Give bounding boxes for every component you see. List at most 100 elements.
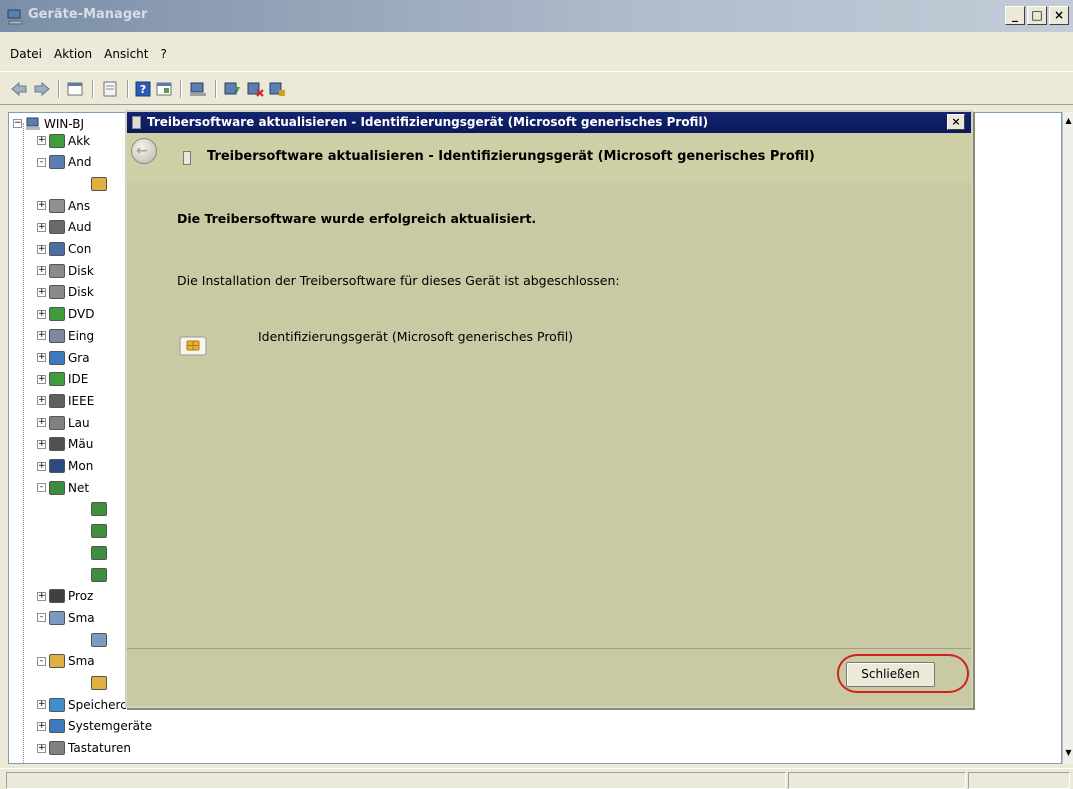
tree-item[interactable]: + Lau <box>37 414 90 431</box>
tree-item[interactable]: - And <box>37 154 91 171</box>
maximize-button[interactable]: □ <box>1027 6 1047 25</box>
scroll-down-icon[interactable]: ▼ <box>1064 748 1073 760</box>
help-icon[interactable]: ? <box>134 81 152 97</box>
expand-toggle[interactable]: + <box>37 396 46 406</box>
window-title: Geräte-Manager <box>28 7 148 22</box>
expand-toggle[interactable]: + <box>37 461 46 471</box>
tree-root[interactable]: − WIN-BJ <box>13 115 84 132</box>
tree-item[interactable]: + IDE <box>37 371 88 388</box>
menu-help[interactable]: ? <box>160 47 166 61</box>
update-driver-icon[interactable] <box>223 81 241 97</box>
expand-toggle[interactable]: + <box>37 353 46 362</box>
expand-toggle[interactable]: + <box>37 374 46 384</box>
device-category-icon <box>49 350 65 365</box>
tree-item[interactable] <box>91 566 110 583</box>
tree-item[interactable]: + Aud <box>37 219 91 236</box>
back-arrow-icon: ← <box>136 143 148 159</box>
tree-item[interactable] <box>91 631 110 648</box>
tree-item[interactable]: + Disk <box>37 284 94 301</box>
tree-item-label: IDE <box>68 372 89 387</box>
device-category-icon <box>49 372 65 387</box>
tree-item[interactable]: + DVD <box>37 306 94 323</box>
tree-item[interactable]: + Eing <box>37 327 94 344</box>
device-manager-window: Geräte-Manager _ □ × Datei Aktion Ansich… <box>0 0 1073 789</box>
expand-toggle[interactable]: + <box>37 244 46 254</box>
dialog-header: ← Treibersoftware aktualisieren - Identi… <box>127 133 971 183</box>
tree-item[interactable]: + Proz <box>37 588 93 605</box>
tree-item[interactable] <box>91 175 110 192</box>
tree-item[interactable]: + IEEE <box>37 392 94 409</box>
tree-item[interactable]: + Systemgeräte <box>37 718 152 735</box>
expand-toggle[interactable]: + <box>37 439 46 449</box>
collapse-toggle[interactable]: − <box>13 119 22 128</box>
device-category-icon <box>49 155 65 170</box>
expand-toggle[interactable]: + <box>37 309 46 319</box>
vertical-scrollbar[interactable]: ▲ ▼ <box>1062 112 1073 764</box>
menu-aktion[interactable]: Aktion <box>54 47 92 61</box>
tree-item[interactable]: - Sma <box>37 653 95 670</box>
tree-item[interactable]: + Tastaturen <box>37 740 131 757</box>
menu-datei[interactable]: Datei <box>10 47 42 61</box>
properties-view-icon[interactable] <box>66 81 84 97</box>
uninstall-device-icon[interactable] <box>268 81 286 97</box>
tree-item[interactable]: + Mon <box>37 458 93 475</box>
tree-item[interactable]: + Akk <box>37 132 90 149</box>
minimize-button[interactable]: _ <box>1005 6 1025 25</box>
expand-toggle[interactable]: + <box>37 331 46 341</box>
device-category-icon <box>49 437 65 452</box>
collapse-toggle[interactable]: - <box>37 656 46 666</box>
expand-toggle[interactable]: + <box>37 418 46 428</box>
forward-icon[interactable] <box>33 81 51 97</box>
expand-toggle[interactable]: + <box>37 743 46 753</box>
tree-item[interactable]: + Disk <box>37 262 94 279</box>
tree-item[interactable]: + Gra <box>37 349 90 366</box>
expand-toggle[interactable]: + <box>37 287 46 297</box>
dialog-footer: Schließen <box>127 650 971 706</box>
update-driver-dialog: Treibersoftware aktualisieren - Identifi… <box>125 110 973 708</box>
disable-device-icon[interactable] <box>246 81 264 97</box>
view-icon[interactable] <box>155 81 173 97</box>
tree-item[interactable] <box>91 544 110 561</box>
dialog-titlebar[interactable]: Treibersoftware aktualisieren - Identifi… <box>127 112 971 133</box>
back-icon[interactable] <box>10 81 28 97</box>
tree-item[interactable]: + Mäu <box>37 436 93 453</box>
back-button[interactable]: ← <box>131 138 157 164</box>
expand-toggle[interactable]: + <box>37 721 46 731</box>
expand-toggle[interactable]: + <box>37 700 46 710</box>
tree-item-label: Tastaturen <box>68 741 131 756</box>
scroll-up-icon[interactable]: ▲ <box>1064 116 1073 128</box>
device-category-icon <box>91 502 107 517</box>
tree-item[interactable]: - Net <box>37 479 89 496</box>
device-category-icon <box>49 328 65 343</box>
status-pane-main <box>6 772 786 789</box>
device-category-icon <box>91 676 107 690</box>
collapse-toggle[interactable]: - <box>37 157 46 167</box>
tree-item[interactable] <box>91 675 110 692</box>
properties-icon[interactable] <box>101 81 119 97</box>
dialog-header-title: Treibersoftware aktualisieren - Identifi… <box>207 149 815 164</box>
tree-item[interactable]: + Con <box>37 241 91 258</box>
tree-item-label: And <box>68 155 92 170</box>
tree-item[interactable]: - Sma <box>37 609 95 626</box>
scan-hardware-icon[interactable] <box>189 81 207 97</box>
device-category-icon <box>91 176 107 191</box>
expand-toggle[interactable]: + <box>37 591 46 601</box>
expand-toggle[interactable]: + <box>37 201 46 211</box>
expand-toggle[interactable]: + <box>37 136 46 145</box>
device-category-icon <box>49 133 65 148</box>
tree-item[interactable] <box>91 501 110 518</box>
expand-toggle[interactable]: + <box>37 222 46 232</box>
collapse-toggle[interactable]: - <box>37 613 46 623</box>
expand-toggle[interactable]: + <box>37 266 46 276</box>
close-button[interactable]: Schließen <box>846 662 935 687</box>
tree-item[interactable] <box>91 523 110 540</box>
collapse-toggle[interactable]: - <box>37 483 46 493</box>
window-close-button[interactable]: × <box>1049 6 1069 25</box>
tree-item-label: IEEE <box>68 393 95 408</box>
tree-item-label: Proz <box>68 589 94 604</box>
device-category-icon <box>49 415 65 430</box>
menu-ansicht[interactable]: Ansicht <box>104 47 148 61</box>
window-titlebar[interactable]: Geräte-Manager _ □ × <box>0 0 1073 32</box>
dialog-close-button[interactable]: × <box>947 114 965 130</box>
tree-item[interactable]: + Ans <box>37 197 90 214</box>
